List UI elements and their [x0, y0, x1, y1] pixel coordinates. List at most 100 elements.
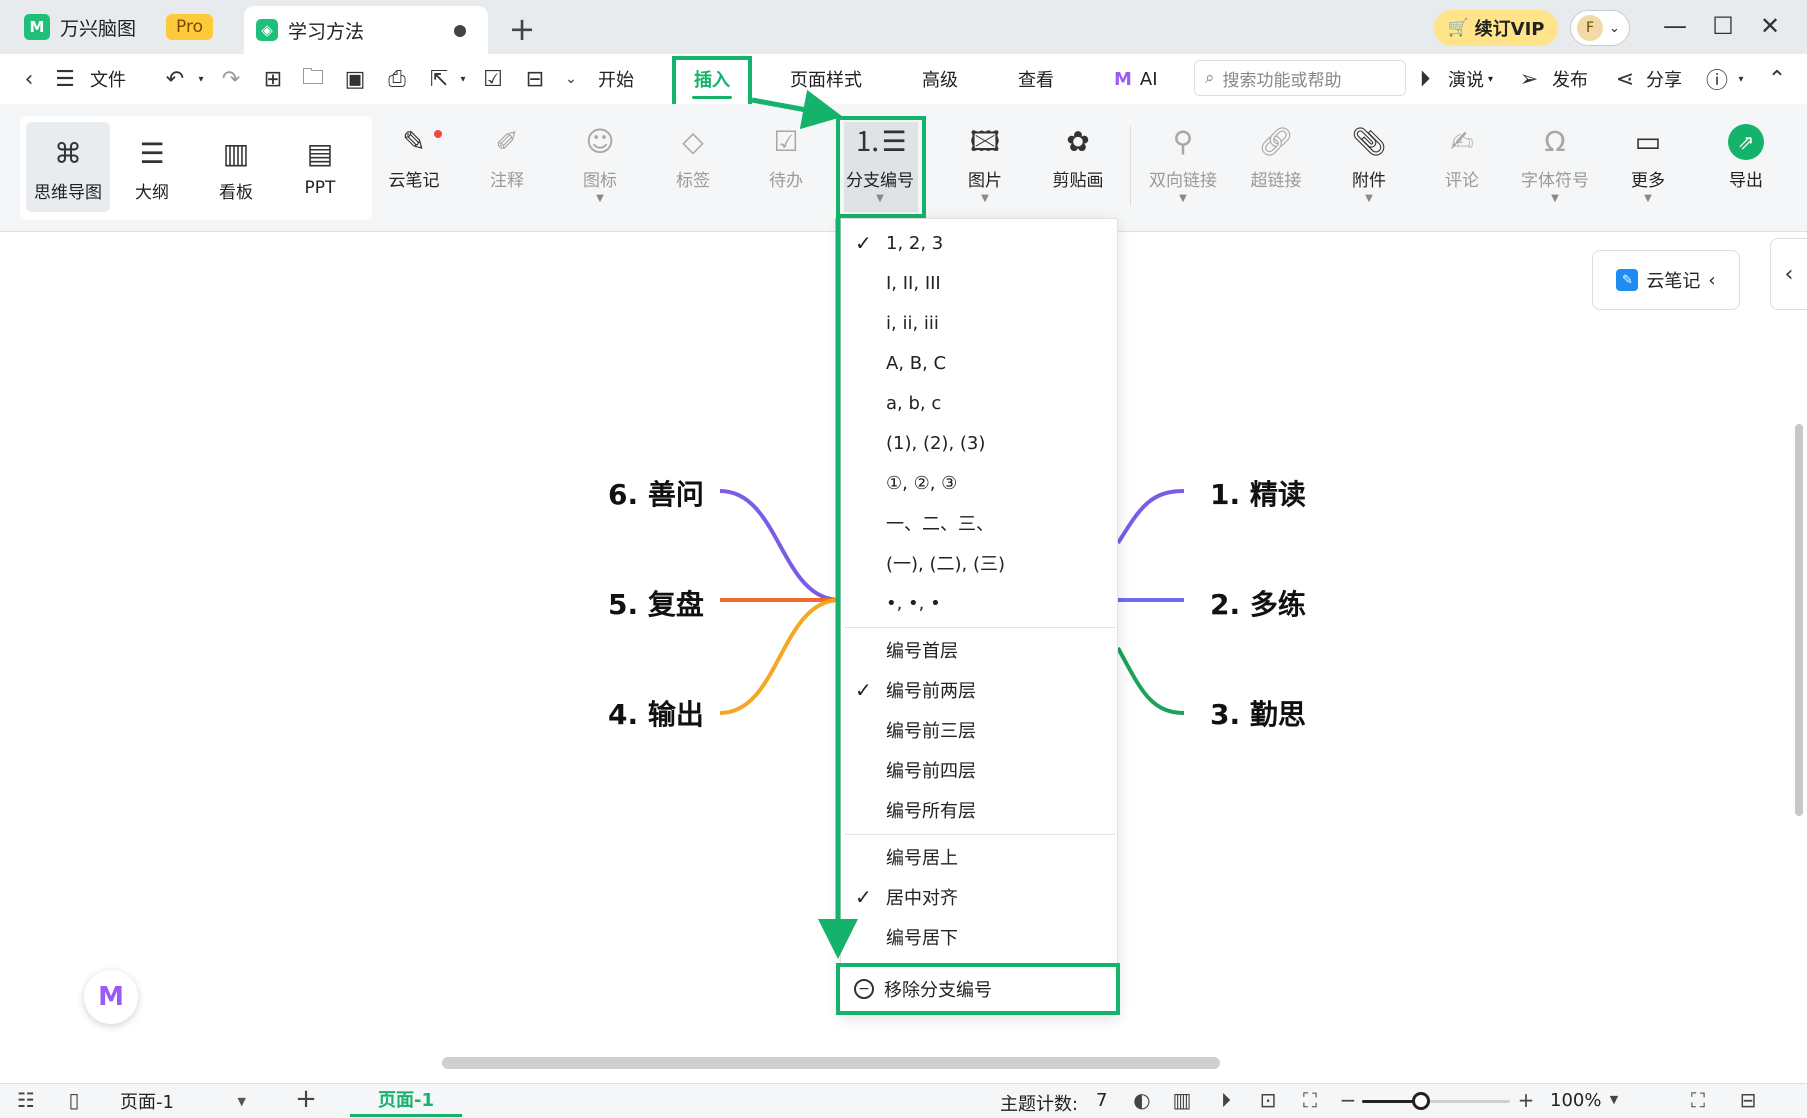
level-option-3[interactable]: 编号前三层	[841, 710, 1119, 750]
level-option-5[interactable]: 编号所有层	[841, 790, 1119, 830]
chevron-down-icon[interactable]: ▼	[1600, 1093, 1628, 1106]
back-icon[interactable]: ‹	[14, 64, 44, 94]
align-option-center[interactable]: ✓ 居中对齐	[841, 877, 1119, 917]
format-option-7[interactable]: ①, ②, ③	[841, 463, 1119, 503]
hamburger-icon[interactable]: ☰	[50, 64, 80, 94]
new-tab-button[interactable]: +	[504, 10, 540, 48]
format-option-10[interactable]: •, •, •	[841, 583, 1119, 623]
more-button[interactable]: ▭ 更多 ▼	[1606, 110, 1690, 204]
hyperlink-button[interactable]: 🔗︎ 超链接	[1234, 110, 1318, 200]
remove-branch-numbering-item[interactable]: − 移除分支编号	[840, 967, 1116, 1011]
zoom-slider-thumb[interactable]	[1412, 1092, 1431, 1110]
menu-start[interactable]: 开始	[598, 54, 634, 104]
page-frame-icon[interactable]: ▯	[60, 1088, 88, 1112]
help-dropdown-icon[interactable]: ▾	[1726, 64, 1756, 94]
clipart-button[interactable]: ✿ 剪贴画	[1036, 110, 1120, 200]
zoom-out-icon[interactable]: −	[1334, 1088, 1362, 1112]
page-select[interactable]: 页面-1 ▼	[110, 1086, 256, 1116]
menu-page-style[interactable]: 页面样式	[790, 54, 862, 104]
renew-vip-button[interactable]: 🛒 续订VIP	[1434, 10, 1558, 46]
topic-4[interactable]: 4. 输出	[608, 693, 704, 733]
font-symbol-button[interactable]: Ω 字体符号 ▼	[1513, 110, 1597, 204]
image-button[interactable]: 🖾 图片 ▼	[943, 110, 1027, 204]
format-option-8[interactable]: 一、二、三、	[841, 503, 1119, 543]
ai-assistant-button[interactable]: M	[84, 970, 138, 1024]
zoom-in-icon[interactable]: +	[1512, 1088, 1540, 1112]
tag-button[interactable]: ◇ 标签	[651, 110, 735, 200]
minimize-icon[interactable]: —	[1660, 12, 1690, 40]
level-option-1[interactable]: 编号首层	[841, 630, 1119, 670]
fit-width-icon[interactable]: ⛶	[1296, 1088, 1324, 1112]
maximize-icon[interactable]: ☐	[1708, 12, 1738, 40]
undo-dropdown-icon[interactable]: ▾	[186, 64, 216, 94]
align-option-top[interactable]: 编号居上	[841, 837, 1119, 877]
annotation-button[interactable]: ✐ 注释	[465, 110, 549, 200]
export-button[interactable]: ⇗ 导出	[1704, 110, 1788, 200]
menu-view[interactable]: 查看	[1018, 54, 1054, 104]
align-option-bottom[interactable]: 编号居下	[841, 917, 1119, 957]
save-as-icon[interactable]: ⊟	[520, 64, 550, 94]
cloud-note-panel-button[interactable]: ✎ 云笔记 ‹	[1592, 250, 1740, 310]
zoom-level[interactable]: 100%	[1550, 1090, 1601, 1111]
play-icon[interactable]: ⏵	[1212, 1088, 1240, 1112]
bidirectional-link-button[interactable]: ⚲ 双向链接 ▼	[1141, 110, 1225, 204]
menu-publish[interactable]: 发布	[1552, 54, 1588, 104]
topic-3[interactable]: 3. 勤思	[1210, 693, 1306, 733]
side-panel-toggle[interactable]: ‹	[1770, 238, 1807, 310]
topic-2[interactable]: 2. 多练	[1210, 583, 1306, 623]
level-option-4[interactable]: 编号前四层	[841, 750, 1119, 790]
user-avatar[interactable]: F ⌄	[1570, 10, 1630, 46]
fullscreen-icon[interactable]: ⛶	[1684, 1088, 1712, 1112]
horizontal-scrollbar[interactable]	[442, 1057, 1220, 1069]
theme-icon[interactable]: ◐	[1128, 1088, 1156, 1112]
close-icon[interactable]: ✕	[1755, 12, 1785, 40]
menu-present[interactable]: 演说 ▾	[1448, 54, 1493, 104]
format-option-5[interactable]: a, b, c	[841, 383, 1119, 423]
page-tab-1[interactable]: 页面-1	[350, 1084, 462, 1117]
more-chevron-icon[interactable]: ⌄	[556, 64, 586, 94]
format-option-6[interactable]: (1), (2), (3)	[841, 423, 1119, 463]
vertical-scrollbar[interactable]	[1795, 424, 1803, 816]
check-file-icon[interactable]: ☑	[478, 64, 508, 94]
map-view-icon[interactable]: ▥	[1168, 1088, 1196, 1112]
add-page-icon[interactable]: +	[292, 1084, 320, 1114]
share-icon[interactable]: ⋖	[1610, 64, 1640, 94]
menu-file[interactable]: 文件	[90, 54, 126, 104]
topic-1[interactable]: 1. 精读	[1210, 473, 1306, 513]
document-tab[interactable]: ◈ 学习方法	[244, 6, 488, 54]
attachment-button[interactable]: 📎︎ 附件 ▼	[1327, 110, 1411, 204]
save-icon[interactable]: ▣	[340, 64, 370, 94]
topic-5[interactable]: 5. 复盘	[608, 583, 704, 623]
todo-button[interactable]: ☑ 待办	[744, 110, 828, 200]
panel-toggle-icon[interactable]: ⊟	[1734, 1088, 1762, 1112]
format-option-4[interactable]: A, B, C	[841, 343, 1119, 383]
topic-6[interactable]: 6. 善问	[608, 473, 704, 513]
format-option-3[interactable]: i, ii, iii	[841, 303, 1119, 343]
new-file-icon[interactable]: ⊞	[258, 64, 288, 94]
format-option-9[interactable]: (一), (二), (三)	[841, 543, 1119, 583]
level-option-2[interactable]: ✓ 编号前两层	[841, 670, 1119, 710]
page-list-icon[interactable]: ☷	[12, 1088, 40, 1112]
zoom-slider[interactable]	[1362, 1092, 1510, 1110]
redo-icon[interactable]: ↷	[216, 64, 246, 94]
view-ppt-button[interactable]: ▤ PPT	[278, 122, 362, 212]
view-outline-button[interactable]: ☰ 大纲	[110, 122, 194, 212]
play-icon[interactable]: ⏵	[1410, 64, 1440, 94]
icon-button[interactable]: ☺ 图标 ▼	[558, 110, 642, 204]
export-dropdown-icon[interactable]: ▾	[448, 64, 478, 94]
menu-share[interactable]: 分享	[1646, 54, 1682, 104]
open-folder-icon[interactable]: 🗀	[298, 64, 328, 94]
format-option-2[interactable]: I, II, III	[841, 263, 1119, 303]
search-input[interactable]: ⌕ 搜索功能或帮助	[1194, 60, 1406, 96]
pro-badge[interactable]: Pro	[166, 14, 213, 40]
unsaved-dot-icon[interactable]	[454, 25, 466, 37]
view-mindmap-button[interactable]: ⌘ 思维导图	[26, 122, 110, 212]
menu-ai[interactable]: M AI	[1114, 54, 1158, 104]
collapse-ribbon-icon[interactable]: ⌃	[1762, 64, 1792, 94]
fit-page-icon[interactable]: ⊡	[1254, 1088, 1282, 1112]
cloud-note-button[interactable]: ✎ 云笔记	[372, 110, 456, 200]
format-option-1[interactable]: ✓ 1, 2, 3	[841, 223, 1119, 263]
app-tab[interactable]: M 万兴脑图 Pro	[24, 0, 244, 54]
view-kanban-button[interactable]: ▥ 看板	[194, 122, 278, 212]
comment-button[interactable]: ✍ 评论	[1420, 110, 1504, 200]
